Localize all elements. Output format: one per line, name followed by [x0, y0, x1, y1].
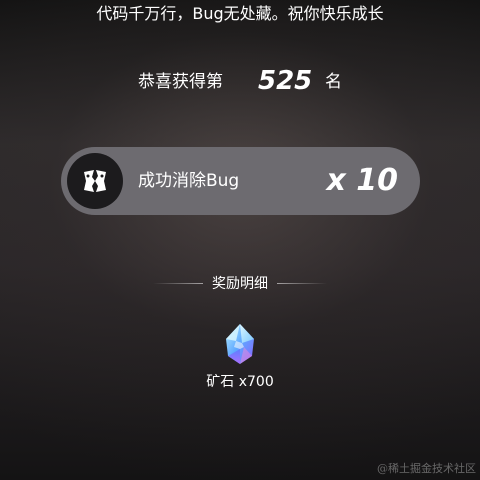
reward-title: 奖励明细: [212, 276, 268, 292]
rank-suffix: 名: [325, 72, 342, 92]
reward-header: 奖励明细: [0, 273, 480, 295]
rank-number: 525: [258, 66, 313, 96]
reward-item-label: 矿石 x700: [206, 374, 274, 390]
watermark: @稀土掘金技术社区: [377, 462, 476, 475]
achievement-count: x 10: [326, 163, 398, 198]
rank-prefix: 恭喜获得第: [138, 72, 223, 92]
motto-text: 代码千万行，Bug无处藏。祝你快乐成长: [96, 4, 384, 23]
divider-right: [277, 283, 327, 284]
divider-left: [153, 283, 203, 284]
rank-row: 恭喜获得第 525 名: [0, 64, 480, 100]
ore-crystal-icon: [222, 323, 258, 365]
achievement-label: 成功消除Bug: [138, 171, 240, 191]
achievement-card: 成功消除Bug x 10: [61, 147, 420, 215]
bug-badge-icon: [67, 153, 123, 209]
